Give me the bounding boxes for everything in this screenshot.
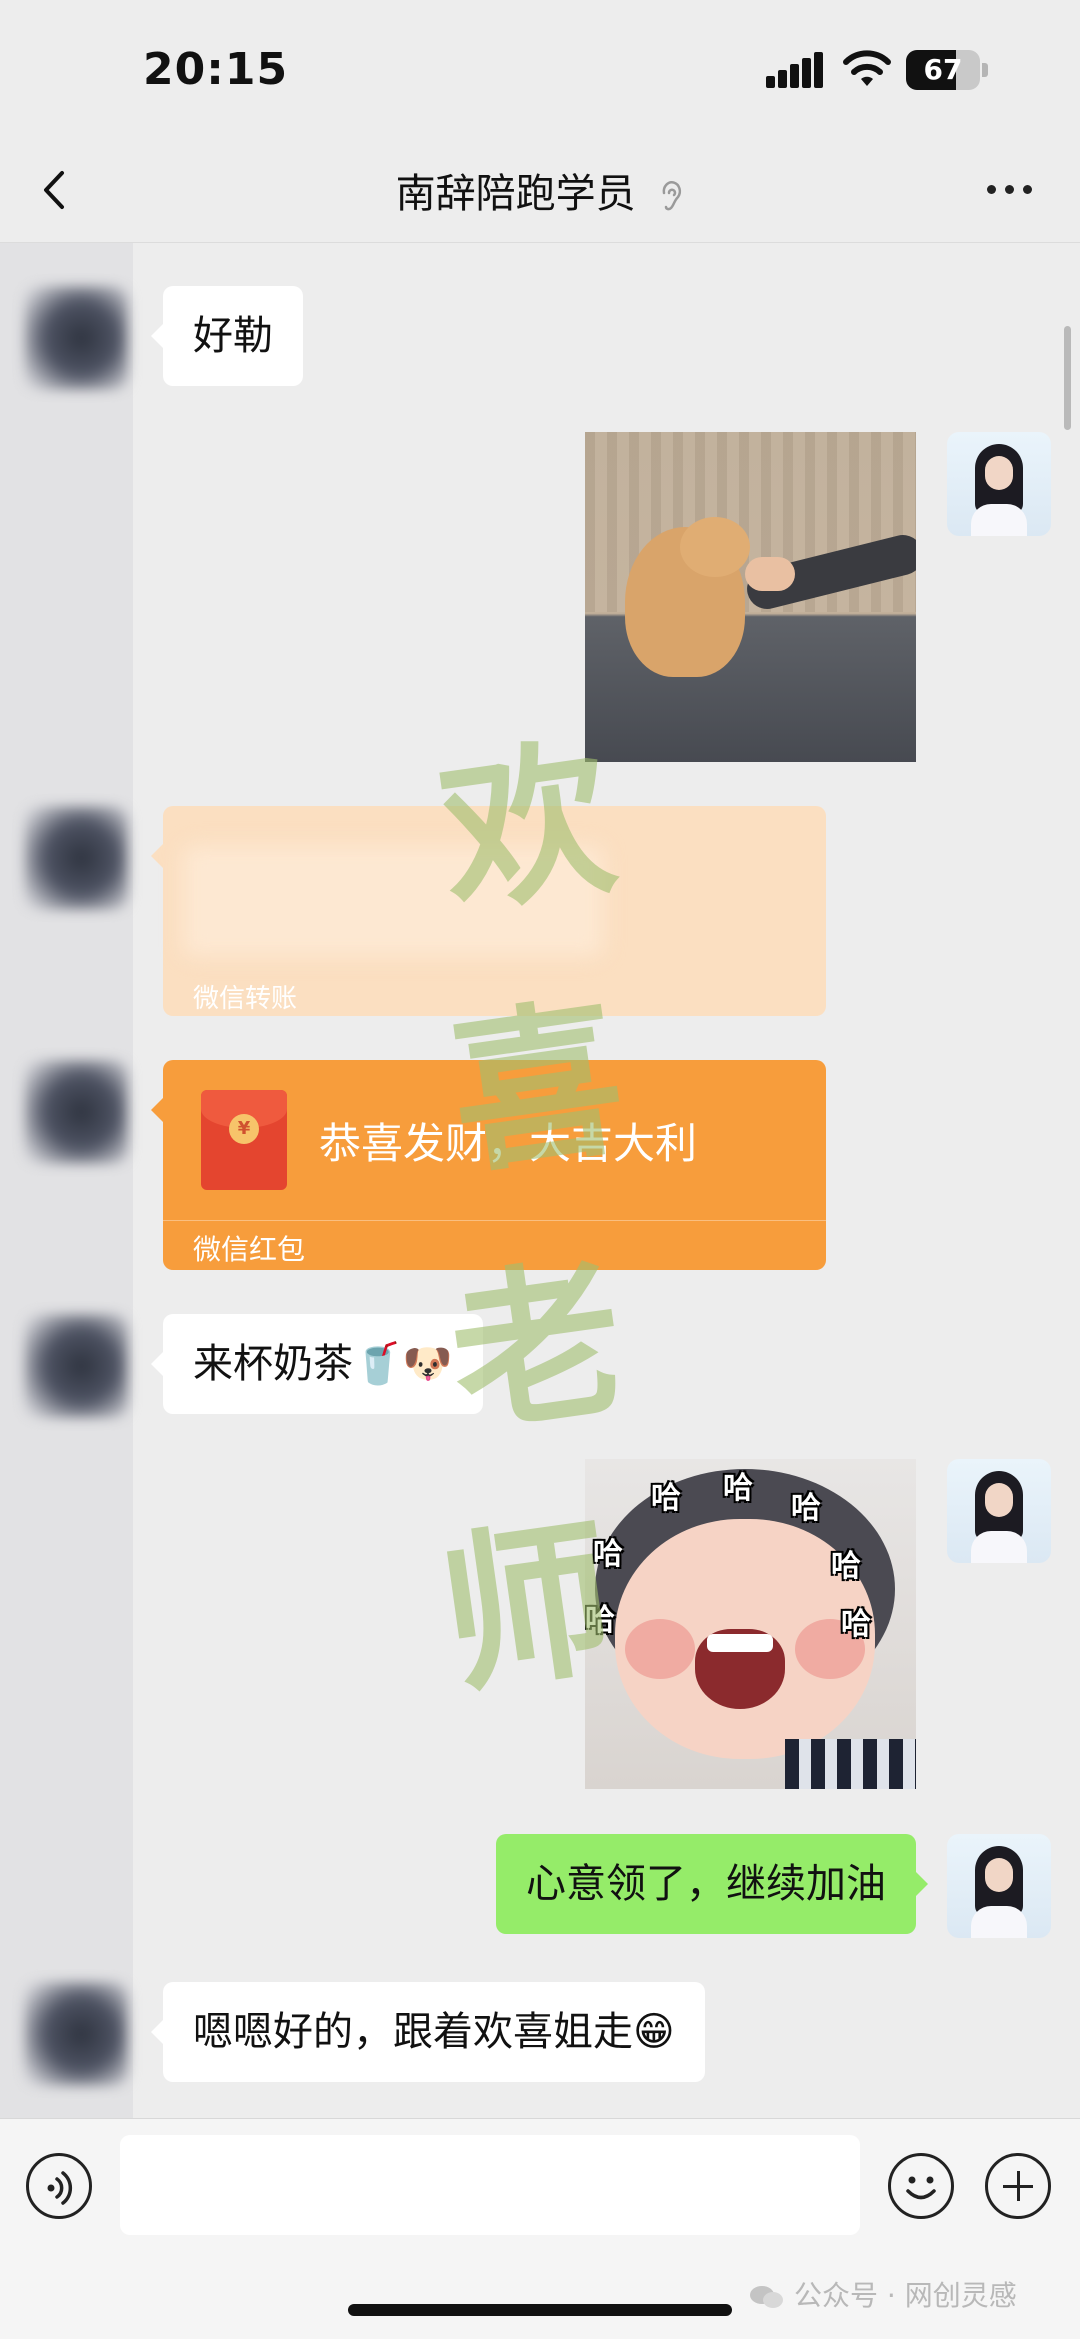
sticker-text: 哈 xyxy=(723,1471,753,1506)
chat-header: 南辞陪跑学员 xyxy=(0,135,1080,243)
watermark-char: 老 xyxy=(438,1236,636,1459)
voice-icon[interactable] xyxy=(26,2153,92,2219)
wifi-icon xyxy=(843,50,891,86)
cat-photo-message[interactable] xyxy=(585,432,916,762)
watermark-char: 喜 xyxy=(438,976,636,1199)
battery-level: 67 xyxy=(923,53,963,86)
red-packet-icon: ¥ xyxy=(201,1090,287,1190)
watermark-char: 欢 xyxy=(428,716,626,939)
avatar-me[interactable] xyxy=(947,1834,1051,1938)
signal-icon xyxy=(766,52,824,88)
laughing-baby-sticker[interactable]: 哈 哈 哈 哈 哈 哈 哈 xyxy=(585,1459,916,1789)
red-packet-label: 微信红包 xyxy=(193,1233,306,1266)
avatar-other[interactable] xyxy=(24,1982,128,2086)
status-bar: 20:15 67 xyxy=(0,0,1080,135)
message-bubble-me[interactable]: 心意领了，继续加油 xyxy=(496,1834,928,1934)
emoji-icon[interactable] xyxy=(888,2153,954,2219)
plus-icon[interactable] xyxy=(985,2153,1051,2219)
red-packet-coin: ¥ xyxy=(229,1114,259,1144)
chat-title: 南辞陪跑学员 xyxy=(0,161,1080,219)
status-time: 20:15 xyxy=(143,44,289,95)
avatar-me[interactable] xyxy=(947,1459,1051,1563)
message-bubble[interactable]: 好勒 xyxy=(151,286,303,386)
footer-watermark: 公众号 · 网创灵感 xyxy=(748,2274,1017,2314)
home-indicator[interactable] xyxy=(348,2304,732,2316)
battery-icon: 67 xyxy=(906,50,988,90)
sticker-text: 哈 xyxy=(831,1549,861,1584)
message-bubble[interactable]: 来杯奶茶🥤🐶 xyxy=(151,1314,483,1414)
wechat-icon xyxy=(750,2286,783,2308)
scrollbar[interactable] xyxy=(1064,326,1071,430)
sticker-text: 哈 xyxy=(841,1607,871,1642)
footer-text: 公众号 · 网创灵感 xyxy=(794,2279,1017,2312)
watermark-char: 师 xyxy=(428,1496,626,1719)
message-input[interactable] xyxy=(120,2135,860,2235)
message-bubble[interactable]: 嗯嗯好的，跟着欢喜姐走😁 xyxy=(151,1982,705,2082)
avatar-other[interactable] xyxy=(24,1060,128,1164)
avatar-other[interactable] xyxy=(24,1314,128,1418)
avatar-me[interactable] xyxy=(947,432,1051,536)
ear-icon xyxy=(662,181,682,211)
transfer-label: 微信转账 xyxy=(193,984,298,1014)
sticker-text: 哈 xyxy=(651,1481,681,1516)
avatar-other[interactable] xyxy=(24,806,128,910)
blurred-avatar-column xyxy=(0,243,133,2123)
avatar-other[interactable] xyxy=(24,286,128,390)
sticker-text: 哈 xyxy=(791,1491,821,1526)
more-icon[interactable] xyxy=(985,181,1035,197)
chat-title-text: 南辞陪跑学员 xyxy=(395,171,636,217)
